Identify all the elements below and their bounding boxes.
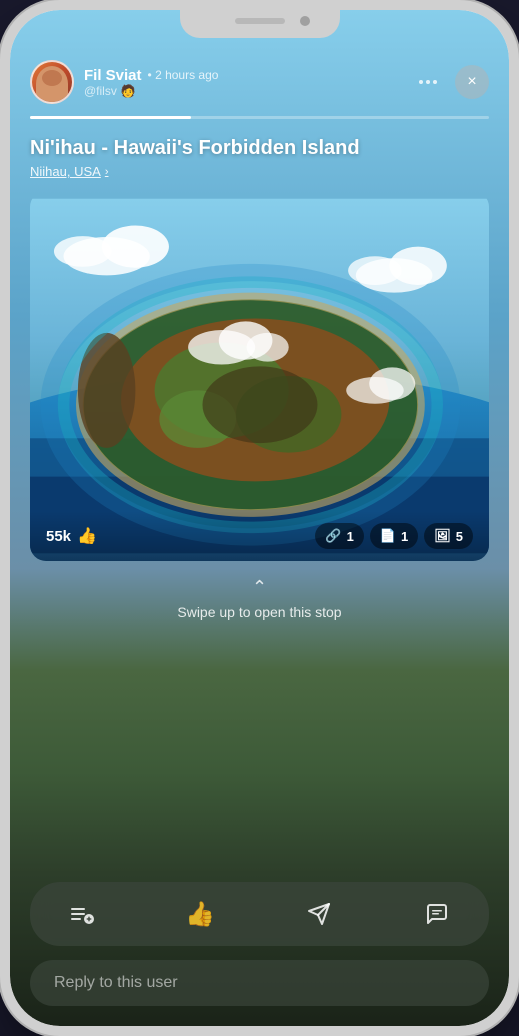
image-bottom-bar: 55k 👍 🔗 1 📄 1 🖼 5 [30,511,489,561]
header-actions: × [409,65,489,99]
notch-speaker [235,18,285,24]
user-emoji: 🧑 [121,84,136,98]
post-content: Ni'ihau - Hawaii's Forbidden Island Niih… [10,119,509,191]
user-info: Fil Sviat • 2 hours ago @filsv 🧑 [30,60,218,104]
images-count: 5 [456,529,463,544]
username-row: Fil Sviat • 2 hours ago [84,67,218,84]
notch-camera [300,16,310,26]
comment-button[interactable] [415,892,459,936]
phone-shell: Fil Sviat • 2 hours ago @filsv 🧑 × [0,0,519,1036]
user-text: Fil Sviat • 2 hours ago @filsv 🧑 [84,67,218,98]
links-count: 1 [347,529,354,544]
location-text: Niihau, USA [30,164,101,179]
docs-count: 1 [401,529,408,544]
like-icon: 👍 [185,900,215,929]
like-button[interactable]: 👍 [178,892,222,936]
thumb-icon: 👍 [77,526,97,546]
add-list-button[interactable] [60,892,104,936]
likes-count[interactable]: 55k 👍 [46,526,97,546]
username[interactable]: Fil Sviat [84,67,142,84]
location-link[interactable]: Niihau, USA › [30,164,489,179]
link-icon: 🔗 [325,528,341,544]
doc-icon: 📄 [380,528,396,544]
screen: Fil Sviat • 2 hours ago @filsv 🧑 × [10,10,509,1026]
dot [419,80,423,84]
post-image-card[interactable]: 55k 👍 🔗 1 📄 1 🖼 5 [30,191,489,561]
links-pill[interactable]: 🔗 1 [315,523,363,549]
post-title: Ni'ihau - Hawaii's Forbidden Island [30,137,489,160]
action-pills: 🔗 1 📄 1 🖼 5 [315,523,473,549]
share-button[interactable] [297,892,341,936]
swipe-up-icon: ⌃ [252,577,267,598]
chevron-right-icon: › [105,166,109,178]
reply-input[interactable] [30,960,489,1006]
dot [426,80,430,84]
likes-number: 55k [46,528,71,545]
images-pill[interactable]: 🖼 5 [424,523,473,549]
images-icon: 🖼 [434,528,451,544]
handle-row: @filsv 🧑 [84,84,218,98]
docs-pill[interactable]: 📄 1 [370,523,418,549]
close-button[interactable]: × [455,65,489,99]
action-bar: 👍 [30,882,489,946]
dot [433,80,437,84]
swipe-text: Swipe up to open this stop [177,604,341,620]
island-image [30,191,489,561]
time-ago: • 2 hours ago [148,68,219,82]
swipe-section: ⌃ Swipe up to open this stop [10,561,509,630]
reply-input-area [30,960,489,1006]
avatar[interactable] [30,60,74,104]
notch [180,10,340,38]
user-handle[interactable]: @filsv [84,84,117,98]
more-options-button[interactable] [409,74,447,90]
